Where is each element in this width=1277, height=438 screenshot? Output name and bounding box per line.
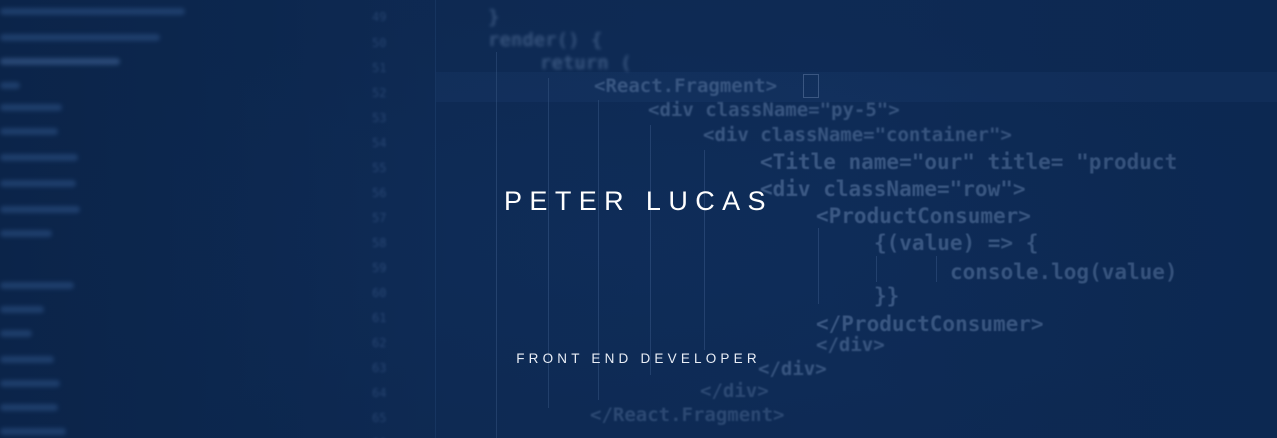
indent-guide bbox=[650, 125, 651, 375]
line-number: 49 bbox=[372, 10, 387, 24]
blurred-line bbox=[0, 128, 58, 135]
blurred-line bbox=[0, 230, 52, 237]
hero-banner: 49 50 51 52 53 54 55 56 57 58 59 60 61 6… bbox=[0, 0, 1277, 438]
code-line: </ProductConsumer> bbox=[816, 312, 1044, 336]
line-number: 62 bbox=[372, 336, 387, 350]
code-line: return ( bbox=[540, 52, 632, 74]
indent-guide bbox=[876, 256, 877, 282]
line-number-gutter: 49 50 51 52 53 54 55 56 57 58 59 60 61 6… bbox=[372, 0, 412, 438]
hero-name: PETER LUCAS bbox=[504, 186, 773, 216]
code-line: </React.Fragment> bbox=[590, 404, 785, 426]
line-number: 64 bbox=[372, 386, 387, 400]
code-line: <React.Fragment> bbox=[594, 75, 778, 97]
indent-guide bbox=[704, 150, 705, 350]
line-number: 59 bbox=[372, 261, 387, 275]
line-number: 50 bbox=[372, 36, 387, 50]
active-line-highlight bbox=[436, 72, 1277, 102]
blurred-file-panel bbox=[0, 0, 340, 438]
blurred-line bbox=[0, 428, 66, 435]
code-editor-background: 49 50 51 52 53 54 55 56 57 58 59 60 61 6… bbox=[0, 0, 1277, 438]
hero-role: FRONT END DEVELOPER bbox=[516, 351, 761, 366]
code-line: {(value) => { bbox=[874, 231, 1039, 255]
gutter-divider bbox=[435, 0, 436, 438]
blurred-line bbox=[0, 306, 44, 313]
line-number: 54 bbox=[372, 136, 387, 150]
line-number: 65 bbox=[372, 411, 387, 425]
line-number: 51 bbox=[372, 61, 387, 75]
indent-guide bbox=[818, 228, 819, 304]
blurred-line bbox=[0, 154, 78, 161]
line-number: 60 bbox=[372, 286, 387, 300]
code-line: console.log(value) bbox=[950, 260, 1178, 284]
code-line: </div> bbox=[700, 380, 769, 402]
blurred-line bbox=[0, 404, 58, 411]
blurred-line bbox=[0, 380, 60, 387]
blurred-line bbox=[0, 282, 74, 289]
line-number: 58 bbox=[372, 236, 387, 250]
blurred-line bbox=[0, 34, 160, 41]
indent-guide bbox=[936, 256, 937, 282]
blurred-line bbox=[0, 330, 32, 337]
code-line: } bbox=[488, 6, 500, 28]
code-line: render() { bbox=[488, 29, 603, 51]
blurred-line bbox=[0, 104, 62, 111]
text-cursor bbox=[803, 74, 819, 98]
blurred-line bbox=[0, 8, 185, 15]
code-line: }} bbox=[874, 284, 900, 308]
line-number: 52 bbox=[372, 86, 387, 100]
indent-guide bbox=[496, 52, 497, 438]
code-line: <div className="container"> bbox=[703, 124, 1012, 146]
code-line: <Title name="our" title= "product bbox=[760, 150, 1178, 174]
line-number: 53 bbox=[372, 111, 387, 125]
line-number: 55 bbox=[372, 161, 387, 175]
line-number: 61 bbox=[372, 311, 387, 325]
blurred-line bbox=[0, 58, 120, 65]
blurred-line bbox=[0, 82, 20, 89]
code-line: <div className="py-5"> bbox=[648, 99, 900, 121]
color-overlay bbox=[0, 0, 1277, 438]
